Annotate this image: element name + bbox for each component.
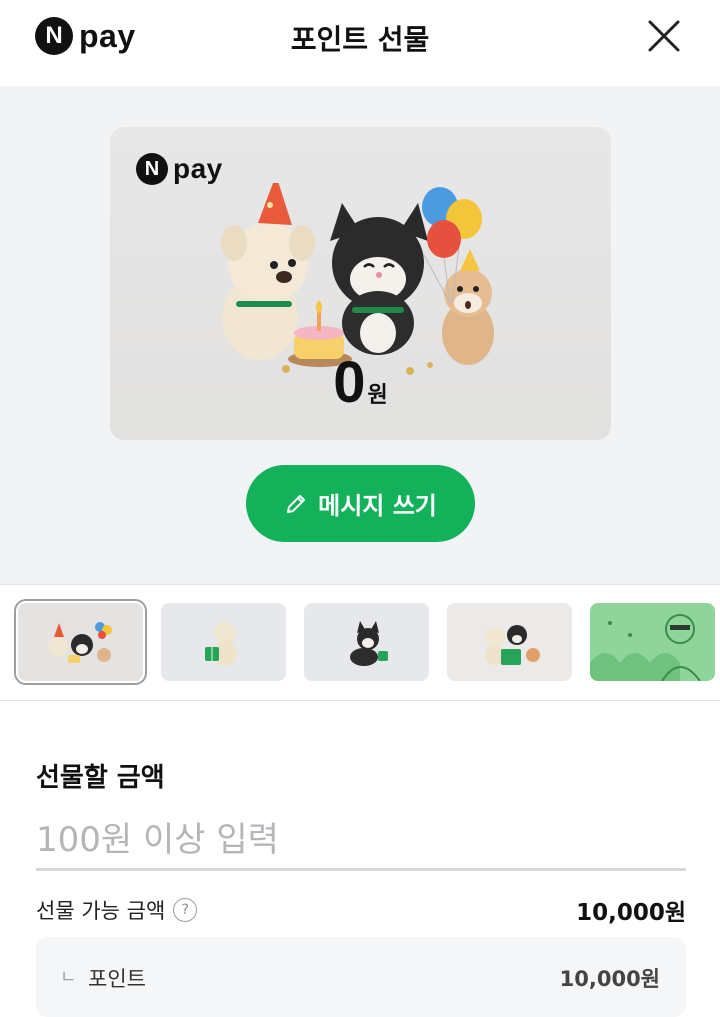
card-amount: 0원 [110,349,611,416]
card-design-selector [0,585,720,700]
available-amount-label: 선물 가능 금액 ? [36,895,198,925]
breakdown-points-label: 포인트 [88,967,146,991]
card-npay-logo: N pay [136,153,223,185]
gift-amount-title: 선물할 금액 [36,763,165,793]
friends-gift-thumbnail-image [447,603,572,681]
thumbnail-dog-gift[interactable] [161,603,286,681]
thumbnail-birthday-party[interactable] [14,599,147,685]
available-amount-value: 10,000원 [576,900,686,926]
points-breakdown: ㄴ 포인트 10,000원 [36,937,686,1017]
thumbnail-green-illustration[interactable] [590,603,715,681]
card-npay-logo-badge: N [136,153,168,185]
green-illustration-thumbnail-image [590,603,715,681]
card-amount-value: 0 [333,350,366,415]
close-button[interactable] [644,16,684,56]
gift-amount-input[interactable] [36,812,686,871]
thumbnail-friends-gift[interactable] [447,603,572,681]
write-message-button[interactable]: 메시지 쓰기 [246,465,475,542]
cat-gift-thumbnail-image [304,603,429,681]
help-icon[interactable]: ? [173,898,198,922]
dog-gift-thumbnail-image [161,603,286,681]
available-amount-text: 선물 가능 금액 [36,899,166,923]
write-message-label: 메시지 쓰기 [318,492,437,520]
card-preview-area: N pay 0원 메시지 쓰기 [0,86,720,584]
page-title: 포인트 선물 [290,23,430,56]
thumbnail-cat-gift[interactable] [304,603,429,681]
card-amount-unit: 원 [367,383,388,408]
gift-card: N pay 0원 [110,127,611,440]
birthday-party-thumbnail-image [18,603,143,681]
close-icon [648,20,680,52]
card-npay-logo-text: pay [173,153,223,184]
cat-figure [330,203,428,355]
hamster-figure [442,249,494,365]
header: N pay 포인트 선물 [0,0,720,86]
breakdown-points-value: 10,000원 [559,967,660,991]
breakdown-prefix: ㄴ [60,967,77,988]
pencil-icon [287,494,306,513]
divider-bottom [0,700,720,701]
